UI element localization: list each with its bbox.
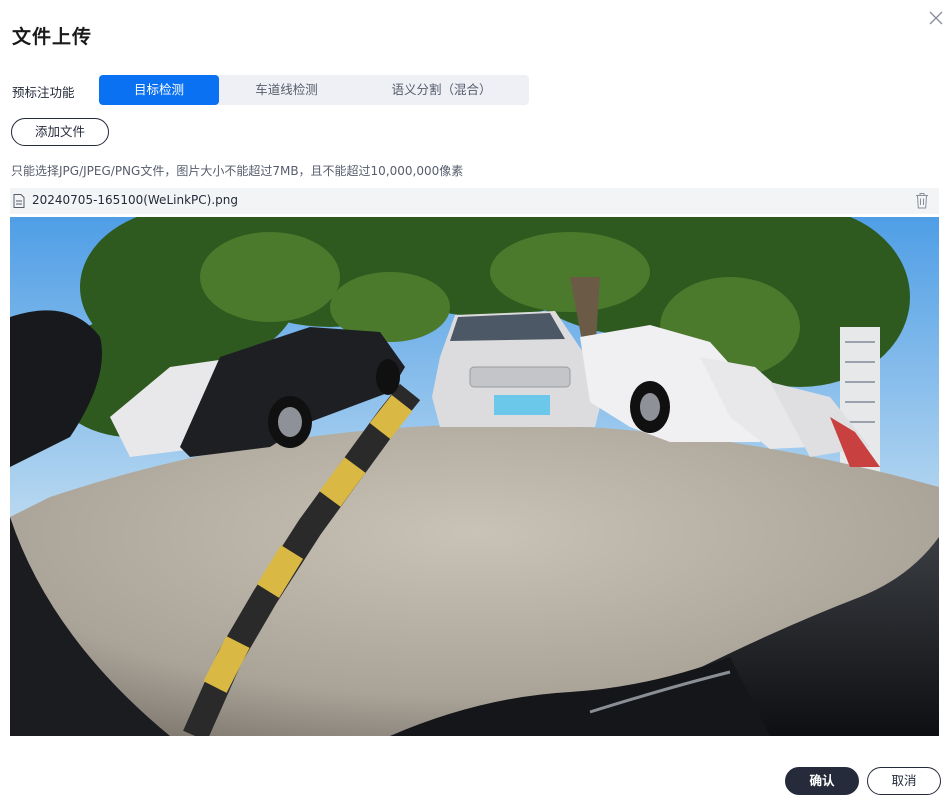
annotation-mode-selector: 目标检测 车道线检测 语义分割（混合）	[99, 75, 529, 105]
parking-lot-photo	[10, 217, 939, 736]
confirm-button[interactable]: 确认	[785, 767, 859, 795]
file-icon	[13, 194, 25, 208]
mode-option-semantic-segmentation[interactable]: 语义分割（混合）	[354, 75, 529, 105]
dialog-title: 文件上传	[12, 26, 93, 48]
cancel-button[interactable]: 取消	[867, 767, 941, 795]
mode-option-lane-detection[interactable]: 车道线检测	[219, 75, 354, 105]
upload-hint: 只能选择JPG/JPEG/PNG文件，图片大小不能超过7MB，且不能超过10,0…	[11, 164, 464, 178]
image-preview	[10, 217, 939, 736]
trash-icon[interactable]	[914, 192, 930, 209]
mode-option-object-detection[interactable]: 目标检测	[99, 75, 219, 105]
file-item: 20240705-165100(WeLinkPC).png	[10, 188, 939, 214]
annotation-label: 预标注功能	[12, 85, 75, 100]
close-icon[interactable]	[926, 8, 946, 28]
file-name: 20240705-165100(WeLinkPC).png	[32, 193, 238, 207]
add-file-button[interactable]: 添加文件	[11, 118, 109, 146]
